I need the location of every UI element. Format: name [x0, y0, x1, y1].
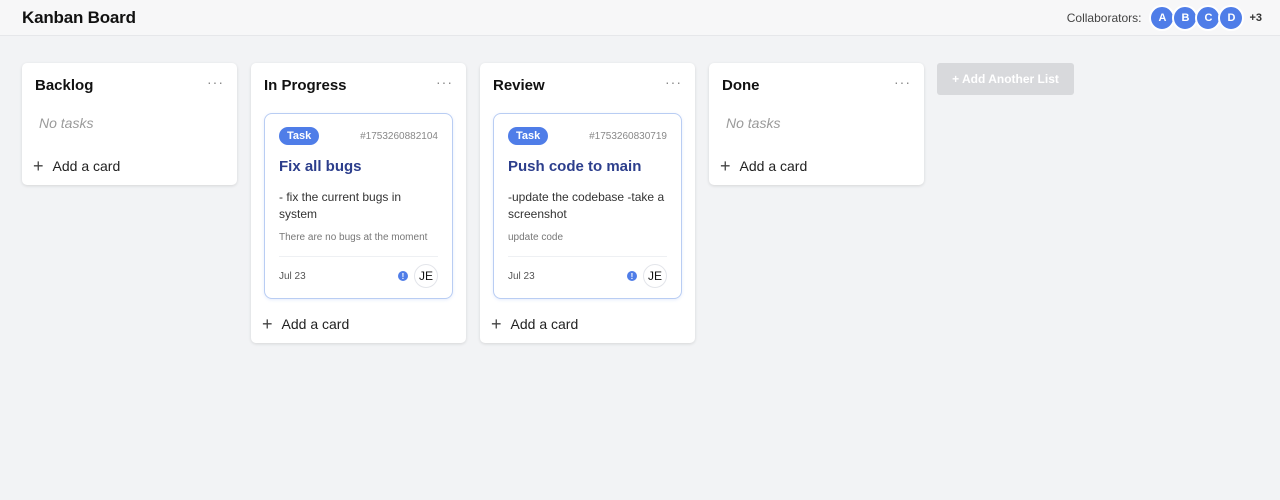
avatar[interactable]: D	[1218, 4, 1245, 31]
card-note: There are no bugs at the moment	[279, 232, 428, 243]
add-card-button[interactable]: + Add a card	[251, 305, 466, 343]
list-in-progress: In Progress ··· Task #1753260882104 Fix …	[251, 63, 466, 343]
card-id: #1753260830719	[589, 130, 667, 142]
more-options-icon[interactable]: ···	[436, 75, 453, 95]
card-type-badge: Task	[279, 127, 320, 145]
plus-icon: +	[262, 314, 273, 334]
assignee-avatar[interactable]: JE	[414, 264, 438, 288]
list-header: Review ···	[480, 63, 695, 107]
empty-list-text: No tasks	[39, 115, 94, 131]
list-done: Done ··· No tasks + Add a card	[709, 63, 924, 185]
assignee-avatar[interactable]: JE	[643, 264, 667, 288]
add-card-label: Add a card	[510, 316, 579, 332]
add-card-button[interactable]: + Add a card	[22, 147, 237, 185]
board-title: Kanban Board	[22, 7, 136, 27]
card-meta: ! JE	[398, 264, 438, 288]
task-card[interactable]: Task #1753260882104 Fix all bugs - fix t…	[264, 113, 453, 299]
plus-icon: +	[491, 314, 502, 334]
card-title: Push code to main	[508, 158, 642, 175]
card-top: Task #1753260882104	[279, 127, 438, 145]
more-options-icon[interactable]: ···	[894, 75, 911, 95]
plus-icon: +	[720, 156, 731, 176]
list-header: In Progress ···	[251, 63, 466, 107]
more-options-icon[interactable]: ···	[665, 75, 682, 95]
empty-list-text: No tasks	[726, 115, 781, 131]
collaborator-avatars: A B C D	[1149, 4, 1245, 31]
card-date: Jul 23	[508, 270, 535, 282]
add-card-label: Add a card	[281, 316, 350, 332]
collaborators-label: Collaborators:	[1066, 10, 1142, 25]
top-bar: Kanban Board Collaborators: A B C D +3	[0, 0, 1280, 36]
card-top: Task #1753260830719	[508, 127, 667, 145]
card-date: Jul 23	[279, 270, 306, 282]
list-title: Done	[722, 76, 760, 94]
card-meta: ! JE	[627, 264, 667, 288]
card-description: - fix the current bugs in system	[279, 190, 402, 221]
task-card[interactable]: Task #1753260830719 Push code to main -u…	[493, 113, 682, 299]
priority-info-icon: !	[627, 271, 637, 281]
board: Backlog ··· No tasks + Add a card In Pro…	[0, 36, 1280, 500]
card-id: #1753260882104	[360, 130, 438, 142]
card-footer: Jul 23 ! JE	[279, 256, 438, 288]
list-header: Done ···	[709, 63, 924, 107]
card-note: update code	[508, 232, 564, 243]
list-review: Review ··· Task #1753260830719 Push code…	[480, 63, 695, 343]
collaborators: Collaborators: A B C D +3	[1066, 4, 1262, 31]
card-footer: Jul 23 ! JE	[508, 256, 667, 288]
plus-icon: +	[33, 156, 44, 176]
list-backlog: Backlog ··· No tasks + Add a card	[22, 63, 237, 185]
add-card-label: Add a card	[739, 158, 808, 174]
card-title: Fix all bugs	[279, 158, 362, 175]
add-list-button[interactable]: + Add Another List	[937, 63, 1074, 95]
list-title: Backlog	[35, 76, 94, 94]
list-header: Backlog ···	[22, 63, 237, 107]
card-type-badge: Task	[508, 127, 549, 145]
priority-info-icon: !	[398, 271, 408, 281]
add-card-button[interactable]: + Add a card	[480, 305, 695, 343]
add-card-button[interactable]: + Add a card	[709, 147, 924, 185]
list-title: Review	[493, 76, 545, 94]
add-card-label: Add a card	[52, 158, 121, 174]
more-options-icon[interactable]: ···	[207, 75, 224, 95]
list-title: In Progress	[264, 76, 347, 94]
card-description: -update the codebase -take a screenshot	[508, 190, 665, 221]
more-collaborators-count[interactable]: +3	[1249, 12, 1262, 24]
